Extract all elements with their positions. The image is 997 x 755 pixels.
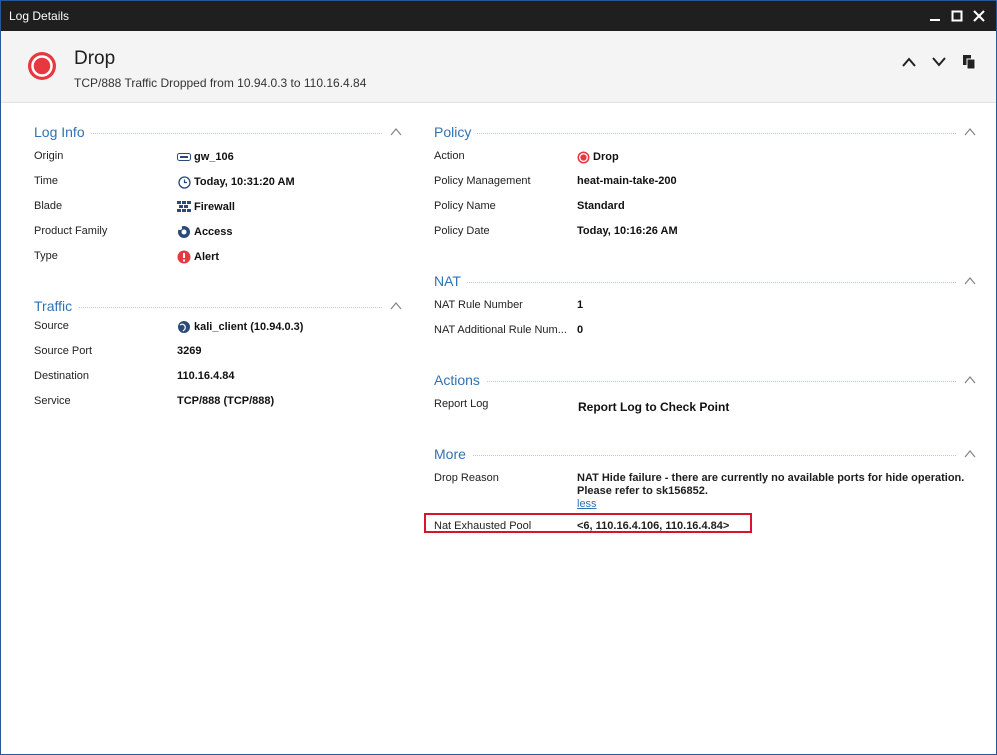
gateway-icon — [177, 150, 191, 164]
policy-name-row: Policy Name Standard — [434, 200, 625, 212]
collapse-actions-icon[interactable] — [964, 374, 976, 386]
access-icon — [177, 225, 191, 239]
firewall-icon — [177, 200, 191, 214]
close-icon — [973, 10, 985, 22]
product-family-row: Product Family Access — [34, 225, 233, 239]
log-subtitle: TCP/888 Traffic Dropped from 10.94.0.3 t… — [74, 76, 367, 90]
collapse-log-info-icon[interactable] — [390, 126, 402, 138]
policy-section: Policy Action Drop Policy Management hea… — [434, 124, 976, 248]
next-log-button[interactable] — [930, 53, 948, 71]
drop-reason-row: Drop Reason NAT Hide failure - there are… — [434, 472, 965, 511]
collapse-traffic-icon[interactable] — [390, 300, 402, 312]
drop-icon — [28, 52, 56, 80]
header-actions — [900, 53, 978, 71]
log-details-window: Log Details Drop TCP/888 Traffic Dropped… — [0, 0, 997, 755]
less-link[interactable]: less — [577, 498, 964, 511]
close-button[interactable] — [970, 7, 988, 25]
window-controls — [926, 7, 988, 25]
type-row: Type Alert — [34, 250, 220, 264]
window-title: Log Details — [9, 9, 70, 23]
chevron-down-icon — [932, 57, 946, 67]
minimize-button[interactable] — [926, 7, 944, 25]
maximize-icon — [951, 10, 963, 22]
origin-row: Origin gw_106 — [34, 150, 234, 164]
nat-title: NAT — [434, 273, 467, 289]
blade-row: Blade Firewall — [34, 200, 235, 214]
nat-additional-rule-row: NAT Additional Rule Num... 0 — [434, 324, 584, 336]
report-log-row: Report Log Report Log to Check Point — [434, 398, 730, 414]
actions-section: Actions Report Log Report Log to Check P… — [434, 372, 976, 421]
title-bar: Log Details — [1, 1, 996, 31]
collapse-more-icon[interactable] — [964, 448, 976, 460]
policy-management-row: Policy Management heat-main-take-200 — [434, 175, 677, 187]
highlight-box — [424, 513, 752, 533]
destination-row: Destination 110.16.4.84 — [34, 370, 235, 382]
clock-icon — [177, 175, 191, 189]
chevron-up-icon — [902, 57, 916, 67]
more-title: More — [434, 446, 472, 462]
minimize-icon — [930, 19, 940, 21]
log-info-section: Log Info Origin gw_106 Time Today, 10:31… — [34, 124, 402, 273]
log-info-title: Log Info — [34, 124, 91, 140]
policy-title: Policy — [434, 124, 478, 140]
action-row: Action Drop — [434, 150, 619, 164]
copy-button[interactable] — [960, 53, 978, 71]
traffic-title: Traffic — [34, 298, 79, 314]
drop-reason-line2: Please refer to sk156852. — [577, 485, 708, 497]
alert-icon — [177, 250, 191, 264]
copy-icon — [963, 55, 976, 70]
collapse-policy-icon[interactable] — [964, 126, 976, 138]
source-row: Source kali_client (10.94.0.3) — [34, 320, 304, 334]
actions-title: Actions — [434, 372, 486, 388]
log-header: Drop TCP/888 Traffic Dropped from 10.94.… — [1, 31, 996, 103]
report-log-link[interactable]: Report Log to Check Point — [578, 400, 729, 414]
nat-rule-number-row: NAT Rule Number 1 — [434, 299, 584, 311]
time-row: Time Today, 10:31:20 AM — [34, 175, 295, 189]
nat-section: NAT NAT Rule Number 1 NAT Additional Rul… — [434, 273, 976, 347]
drop-small-icon — [576, 150, 590, 164]
service-row: Service TCP/888 (TCP/888) — [34, 395, 275, 407]
drop-reason-line1: NAT Hide failure - there are currently n… — [577, 472, 965, 484]
log-title: Drop — [74, 48, 116, 69]
policy-date-row: Policy Date Today, 10:16:26 AM — [434, 225, 678, 237]
previous-log-button[interactable] — [900, 53, 918, 71]
source-port-row: Source Port 3269 — [34, 345, 202, 357]
collapse-nat-icon[interactable] — [964, 275, 976, 287]
traffic-section: Traffic Source kali_client (10.94.0.3) S… — [34, 298, 402, 418]
maximize-button[interactable] — [948, 7, 966, 25]
globe-icon — [177, 320, 191, 334]
